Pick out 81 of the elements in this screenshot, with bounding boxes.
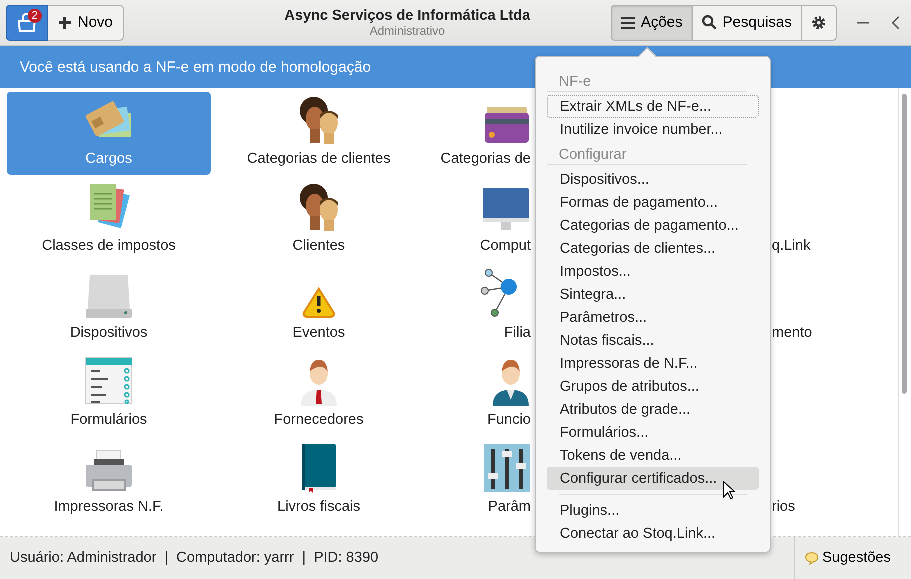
launcher-item[interactable]: Funcio (427, 353, 531, 436)
settings-button[interactable] (802, 4, 837, 40)
launcher-label: Fornecedores (274, 412, 364, 428)
sliders-icon (483, 443, 531, 493)
menu-item[interactable]: Inutilize invoice number... (547, 118, 759, 141)
mouse-cursor-icon (723, 481, 737, 501)
launcher-label: Clientes (292, 238, 346, 254)
launcher-label: Livros fiscais (278, 499, 360, 515)
drive-icon (84, 273, 134, 319)
launcher-item[interactable]: rios (772, 440, 841, 523)
menu-item[interactable]: Impressoras de N.F... (547, 352, 759, 375)
launcher-label: mento (772, 325, 812, 341)
launcher-label: Parâm (488, 499, 531, 515)
launcher-label: Cargos (86, 151, 132, 167)
launcher-item[interactable]: Impressoras N.F. (7, 440, 211, 523)
launcher-item[interactable]: Filia (427, 266, 531, 349)
launcher-item[interactable]: Clientes (217, 179, 421, 262)
notification-badge: 2 (28, 8, 42, 22)
launcher-label: Categorias de (440, 151, 531, 167)
plus-icon (58, 16, 72, 30)
menu-item[interactable]: Notas fiscais... (547, 329, 759, 352)
suggestions-button[interactable]: Sugestões (794, 537, 911, 579)
menu-item[interactable]: Sintegra... (547, 283, 759, 306)
window-subtitle: Administrativo (368, 24, 446, 38)
form-icon (84, 356, 134, 406)
menu-item[interactable]: Impostos... (547, 260, 759, 283)
launcher-item[interactable]: Livros fiscais (217, 440, 421, 523)
menu-item[interactable]: Formulários... (547, 421, 759, 444)
launcher-label: Filia (504, 325, 531, 341)
search-button[interactable]: Pesquisas (692, 4, 802, 40)
launcher-item[interactable]: Categorias de clientes (217, 92, 421, 175)
menu-item[interactable]: Categorias de pagamento... (547, 214, 759, 237)
menu-item[interactable]: Atributos de grade... (547, 398, 759, 421)
actions-menu-button[interactable]: Ações (611, 4, 693, 40)
new-button[interactable]: Novo (48, 4, 124, 40)
launcher-label: Formulários (70, 412, 148, 428)
menu-item[interactable]: Parâmetros... (547, 306, 759, 329)
banner-text: Você está usando a NF-e em modo de homologação (20, 58, 372, 76)
launcher-item[interactable]: Formulários (7, 353, 211, 436)
notifications-button[interactable]: 2 (6, 4, 48, 40)
launcher-label: Impressoras N.F. (54, 499, 164, 515)
printer-icon (84, 449, 134, 493)
launcher-item[interactable]: Comput (427, 179, 531, 262)
speech-bubble-icon (805, 552, 820, 564)
window-title: Async Serviços de Informática Ltda (284, 8, 532, 24)
launcher-item[interactable]: mento (772, 266, 841, 349)
menu-item[interactable]: Tokens de venda... (547, 444, 759, 467)
menu-item[interactable]: Extrair XMLs de NF-e... (547, 95, 759, 118)
launcher-label: rios (772, 499, 796, 515)
menu-icon (621, 16, 636, 28)
menu-item[interactable]: Conectar ao Stoq.Link... (547, 522, 759, 545)
launcher-label: Dispositivos (70, 325, 148, 341)
launcher-item[interactable]: Fornecedores (217, 353, 421, 436)
menu-item[interactable]: Configurar certificados... (547, 467, 759, 490)
menu-item[interactable]: Dispositivos... (547, 168, 759, 191)
search-icon (702, 15, 717, 30)
launcher-label: Funcio (487, 412, 531, 428)
launcher-item[interactable]: Classes de impostos (7, 179, 211, 262)
launcher-item[interactable]: q.Link (772, 179, 841, 262)
launcher-label: Categorias de clientes (247, 151, 391, 167)
launcher-item[interactable]: Eventos (217, 266, 421, 349)
menu-item[interactable]: Plugins... (547, 499, 759, 522)
credit-card-icon (483, 105, 531, 145)
launcher-item[interactable]: Parâm (427, 440, 531, 523)
status-text: Usuário: Administrador | Computador: yarrr | PID: 8390 (10, 550, 380, 566)
settings-icon (811, 14, 827, 30)
menu-item[interactable]: Grupos de atributos... (547, 375, 759, 398)
launcher-item[interactable]: Dispositivos (7, 266, 211, 349)
bag-icon (16, 12, 38, 32)
menu-item[interactable]: Formas de pagamento... (547, 191, 759, 214)
launcher-label: Comput (480, 238, 531, 254)
warning-icon (302, 287, 336, 319)
menu-item[interactable]: Categorias de clientes... (547, 237, 759, 260)
menu-section-title: Configurar (547, 145, 747, 165)
monitor-icon (481, 186, 531, 232)
menu-section-title: NF-e (547, 72, 747, 92)
book-icon (299, 443, 339, 493)
launcher-label: Eventos (292, 325, 346, 341)
launcher-item[interactable]: Categorias de (427, 92, 531, 175)
launcher-label: q.Link (772, 238, 811, 254)
launcher-label: Classes de impostos (42, 238, 176, 254)
